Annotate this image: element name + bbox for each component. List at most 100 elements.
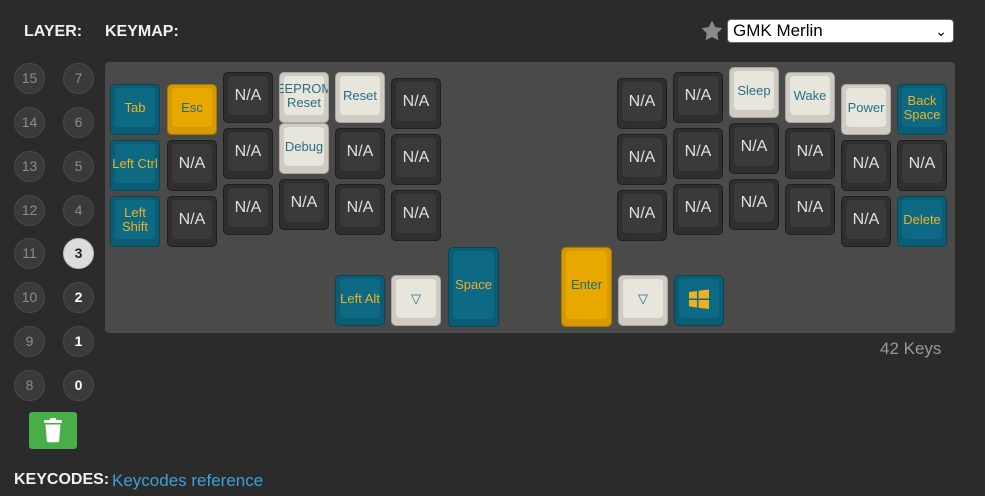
layer-button[interactable]: 4 bbox=[63, 195, 94, 226]
key-na[interactable]: N/A bbox=[841, 140, 891, 191]
layer-button[interactable]: 15 bbox=[14, 63, 45, 94]
key-na[interactable]: N/A bbox=[335, 128, 385, 179]
key-na[interactable]: N/A bbox=[673, 128, 723, 179]
key-label: Power bbox=[847, 99, 885, 115]
key-label: N/A bbox=[628, 204, 656, 222]
key-space[interactable]: Space bbox=[448, 247, 499, 327]
key-reset[interactable]: Reset bbox=[335, 72, 385, 123]
key-na[interactable]: N/A bbox=[729, 179, 779, 230]
layer-button[interactable]: 7 bbox=[63, 63, 94, 94]
key-label: Space bbox=[455, 277, 492, 292]
key-label: N/A bbox=[796, 198, 824, 216]
key-na[interactable]: N/A bbox=[335, 184, 385, 235]
star-icon[interactable] bbox=[700, 19, 724, 43]
layer-button[interactable]: 11 bbox=[14, 238, 45, 269]
key-label: N/A bbox=[178, 210, 206, 228]
key-label: Reset bbox=[343, 87, 377, 103]
key-left-shift[interactable]: Left Shift bbox=[110, 196, 160, 247]
layer-button[interactable]: 5 bbox=[63, 151, 94, 182]
layer-button[interactable]: 10 bbox=[14, 282, 45, 313]
layer-button[interactable]: 6 bbox=[63, 107, 94, 138]
layer-button[interactable]: 8 bbox=[14, 370, 45, 401]
key-delete[interactable]: Delete bbox=[897, 196, 947, 247]
keys-count: 42 Keys bbox=[880, 339, 942, 358]
layer-button[interactable]: 12 bbox=[14, 195, 45, 226]
key-left-ctrl[interactable]: Left Ctrl bbox=[110, 140, 160, 191]
windows-icon bbox=[689, 289, 709, 309]
key-label: N/A bbox=[684, 142, 712, 160]
key-label: N/A bbox=[628, 148, 656, 166]
layer-button[interactable]: 13 bbox=[14, 151, 45, 182]
key-na[interactable]: N/A bbox=[785, 184, 835, 235]
key-label: Left Ctrl bbox=[112, 155, 158, 171]
key-na[interactable]: N/A bbox=[617, 78, 667, 129]
key-label: Sleep bbox=[737, 82, 771, 98]
key-eeprom-reset[interactable]: EEPROM Reset bbox=[279, 72, 329, 123]
key-label: N/A bbox=[234, 142, 262, 160]
key-sleep[interactable]: Sleep bbox=[729, 67, 779, 118]
key-na[interactable]: N/A bbox=[167, 196, 217, 247]
key-na[interactable]: N/A bbox=[223, 72, 273, 123]
key-label: Debug bbox=[284, 138, 324, 154]
key-label: N/A bbox=[908, 154, 936, 172]
theme-select-value: GMK Merlin bbox=[733, 21, 823, 40]
layer-button[interactable]: 9 bbox=[14, 326, 45, 357]
layer-button[interactable]: 2 bbox=[63, 282, 94, 313]
key-back-space[interactable]: Back Space bbox=[897, 84, 947, 135]
layer-button[interactable]: 3 bbox=[63, 238, 94, 269]
key-label: N/A bbox=[852, 154, 880, 172]
key-label: ▽ bbox=[638, 290, 648, 306]
key-na[interactable]: N/A bbox=[391, 134, 441, 185]
key-label: N/A bbox=[740, 137, 768, 155]
layer-button[interactable]: 1 bbox=[63, 326, 94, 357]
key-debug[interactable]: Debug bbox=[279, 123, 329, 174]
key-label: Back Space bbox=[903, 92, 941, 122]
key-label: N/A bbox=[290, 193, 318, 211]
key-label: EEPROM Reset bbox=[280, 80, 328, 110]
key-na[interactable]: N/A bbox=[673, 72, 723, 123]
key-tab[interactable]: Tab bbox=[110, 84, 160, 135]
key-na[interactable]: N/A bbox=[897, 140, 947, 191]
key-label: Delete bbox=[903, 211, 941, 227]
key-na[interactable]: N/A bbox=[223, 184, 273, 235]
delete-layer-button[interactable] bbox=[29, 412, 77, 449]
layer-button[interactable]: 0 bbox=[63, 370, 94, 401]
key-left-alt[interactable]: Left Alt bbox=[335, 275, 385, 326]
key-label: ▽ bbox=[411, 290, 421, 306]
key-na[interactable]: N/A bbox=[617, 134, 667, 185]
key-label: N/A bbox=[346, 142, 374, 160]
keycodes-reference-link[interactable]: Keycodes reference bbox=[112, 471, 263, 491]
key-na[interactable]: N/A bbox=[841, 196, 891, 247]
key-na[interactable]: N/A bbox=[785, 128, 835, 179]
key-na[interactable]: N/A bbox=[729, 123, 779, 174]
key-wake[interactable]: Wake bbox=[785, 72, 835, 123]
key-na[interactable]: N/A bbox=[673, 184, 723, 235]
windows-key[interactable] bbox=[674, 275, 724, 326]
layer-button[interactable]: 14 bbox=[14, 107, 45, 138]
key-power[interactable]: Power bbox=[841, 84, 891, 135]
key-na[interactable]: N/A bbox=[391, 190, 441, 241]
key-label: N/A bbox=[740, 193, 768, 211]
key-label: N/A bbox=[684, 86, 712, 104]
keyboard-board: Tab Esc N/A EEPROM Reset Reset N/A N/A N/A Sleep… bbox=[105, 62, 955, 333]
key-label: Tab bbox=[124, 99, 146, 115]
key-na[interactable]: N/A bbox=[617, 190, 667, 241]
key--[interactable]: ▽ bbox=[618, 275, 668, 326]
key-label: N/A bbox=[402, 148, 430, 166]
key-label: N/A bbox=[628, 92, 656, 110]
key-label: N/A bbox=[402, 92, 430, 110]
key-na[interactable]: N/A bbox=[223, 128, 273, 179]
key-na[interactable]: N/A bbox=[167, 140, 217, 191]
key-esc[interactable]: Esc bbox=[167, 84, 217, 135]
chevron-down-icon: ⌄ bbox=[935, 23, 947, 39]
keycodes-label: KEYCODES: bbox=[14, 471, 110, 488]
trash-icon bbox=[44, 418, 62, 443]
theme-select[interactable]: GMK Merlin ⌄ bbox=[727, 19, 954, 43]
key--[interactable]: ▽ bbox=[391, 275, 441, 326]
key-label: Enter bbox=[570, 277, 603, 292]
key-na[interactable]: N/A bbox=[391, 78, 441, 129]
key-enter[interactable]: Enter bbox=[561, 247, 612, 327]
keymap-label: KEYMAP: bbox=[105, 23, 179, 40]
key-na[interactable]: N/A bbox=[279, 179, 329, 230]
key-label: Left Alt bbox=[340, 290, 380, 306]
